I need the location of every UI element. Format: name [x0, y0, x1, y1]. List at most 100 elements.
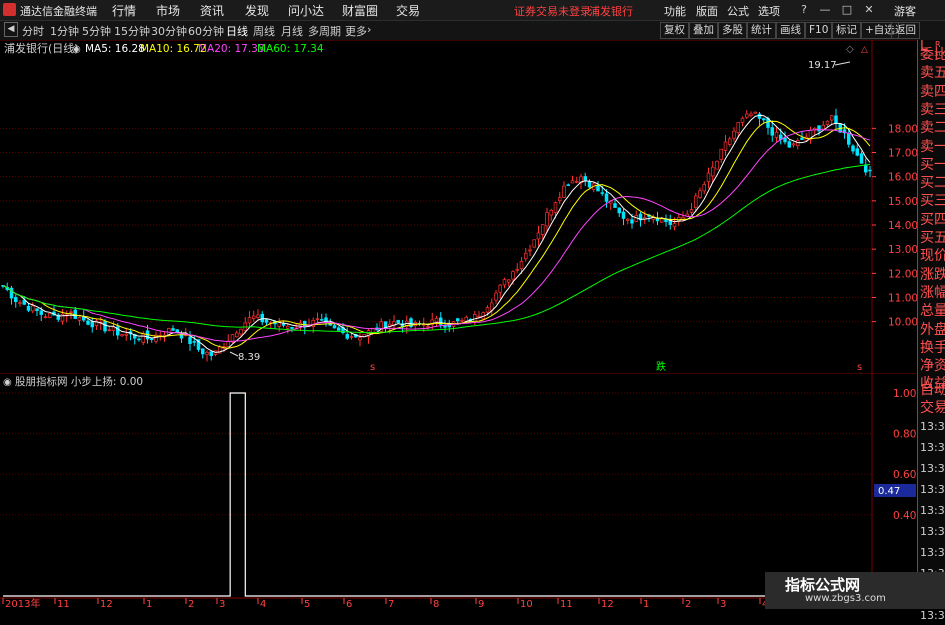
candle[interactable] — [668, 214, 672, 230]
candle[interactable] — [9, 285, 14, 305]
candle[interactable] — [812, 127, 817, 135]
login-status[interactable]: 证券交易未登录 — [514, 3, 591, 19]
candle[interactable] — [596, 180, 600, 192]
btn-huaxian[interactable]: 画线 — [776, 22, 805, 39]
candle[interactable] — [523, 248, 528, 262]
menu-banmian[interactable]: 版面 — [696, 3, 718, 19]
candle[interactable] — [252, 310, 256, 322]
candle[interactable] — [859, 151, 864, 164]
candle[interactable] — [60, 308, 65, 325]
candle[interactable] — [634, 210, 638, 223]
candle[interactable] — [277, 318, 282, 332]
period-more[interactable]: 更多 — [345, 23, 367, 39]
candle[interactable] — [498, 284, 503, 299]
candle[interactable] — [64, 310, 69, 323]
candle[interactable] — [120, 333, 124, 337]
candle[interactable] — [451, 321, 456, 333]
candle[interactable] — [536, 225, 541, 247]
btn-fuquan[interactable]: 复权 — [660, 22, 689, 39]
candle[interactable] — [583, 172, 587, 187]
candle[interactable] — [617, 207, 621, 218]
candle[interactable] — [124, 327, 128, 341]
menu-zixun[interactable]: 资讯 — [200, 2, 224, 19]
close-icon[interactable]: ✕ — [862, 3, 876, 17]
candle[interactable] — [31, 302, 35, 314]
indicator-settings-icon[interactable]: ◉ — [3, 377, 12, 388]
menu-jiaoyi[interactable]: 交易 — [396, 2, 420, 19]
candle[interactable] — [863, 158, 868, 176]
candle[interactable] — [825, 120, 830, 127]
candle[interactable] — [320, 313, 324, 321]
maximize-icon[interactable]: □ — [840, 3, 854, 17]
candle[interactable] — [795, 138, 800, 150]
candle[interactable] — [337, 326, 341, 331]
candle[interactable] — [698, 187, 702, 199]
candle[interactable] — [434, 315, 439, 327]
candle[interactable] — [396, 319, 401, 324]
candle[interactable] — [494, 290, 498, 304]
menu-xuanxiang[interactable]: 选项 — [758, 3, 780, 19]
candle[interactable] — [14, 294, 18, 308]
candle[interactable] — [345, 327, 350, 341]
candle[interactable] — [43, 313, 48, 319]
candle[interactable] — [834, 108, 838, 130]
sidebar-toggle-icon[interactable]: ◀ — [4, 22, 18, 37]
candle[interactable] — [821, 120, 825, 130]
candle[interactable] — [90, 317, 94, 333]
candle[interactable] — [73, 307, 77, 320]
candle[interactable] — [47, 313, 52, 319]
candle[interactable] — [209, 350, 214, 361]
candle[interactable] — [562, 181, 566, 199]
candle[interactable] — [150, 338, 154, 343]
period-60min[interactable]: 60分钟 — [188, 23, 224, 39]
period-15min[interactable]: 15分钟 — [114, 23, 150, 39]
minimize-icon[interactable]: — — [818, 3, 832, 17]
candle[interactable] — [625, 217, 630, 225]
candle[interactable] — [226, 334, 231, 348]
btn-duogu[interactable]: 多股 — [718, 22, 747, 39]
candle[interactable] — [753, 111, 757, 114]
candle[interactable] — [490, 298, 494, 317]
candle[interactable] — [719, 148, 723, 163]
candle[interactable] — [383, 321, 388, 333]
period-weekly[interactable]: 周线 — [253, 23, 275, 39]
candle[interactable] — [260, 311, 265, 326]
candle[interactable] — [549, 208, 553, 221]
candle[interactable] — [269, 320, 273, 329]
btn-tongji[interactable]: 统计 — [747, 22, 776, 39]
candle[interactable] — [56, 312, 60, 322]
period-monthly[interactable]: 月线 — [281, 23, 303, 39]
candle[interactable] — [235, 330, 239, 338]
candle[interactable] — [557, 191, 562, 205]
candle[interactable] — [749, 111, 753, 118]
period-multi[interactable]: 多周期 — [308, 23, 341, 39]
menu-gongshi[interactable]: 公式 — [727, 3, 749, 19]
candle[interactable] — [689, 202, 694, 216]
candle[interactable] — [732, 127, 736, 142]
menu-faxian[interactable]: 发现 — [245, 2, 269, 19]
candle[interactable] — [591, 182, 596, 193]
candle[interactable] — [787, 140, 791, 148]
menu-gongneng[interactable]: 功能 — [664, 3, 686, 19]
candle[interactable] — [621, 208, 626, 226]
candle[interactable] — [171, 325, 175, 331]
candle[interactable] — [315, 312, 320, 323]
period-1min[interactable]: 1分钟 — [50, 23, 79, 39]
candle[interactable] — [205, 350, 209, 362]
candle[interactable] — [515, 263, 519, 273]
candle[interactable] — [744, 110, 749, 119]
candle[interactable] — [800, 130, 804, 141]
candle[interactable] — [545, 207, 549, 233]
candle[interactable] — [868, 165, 872, 178]
candle[interactable] — [94, 318, 99, 330]
candle[interactable] — [375, 323, 379, 331]
candle[interactable] — [566, 183, 570, 186]
period-fenshi[interactable]: 分时 — [22, 23, 44, 39]
menu-caifuquan[interactable]: 财富圈 — [342, 2, 378, 19]
candle[interactable] — [256, 309, 260, 320]
candle[interactable] — [740, 116, 745, 127]
period-5min[interactable]: 5分钟 — [82, 23, 111, 39]
menu-wenxiaoda[interactable]: 问小达 — [288, 2, 324, 19]
candle[interactable] — [774, 127, 779, 143]
candle[interactable] — [574, 177, 579, 184]
